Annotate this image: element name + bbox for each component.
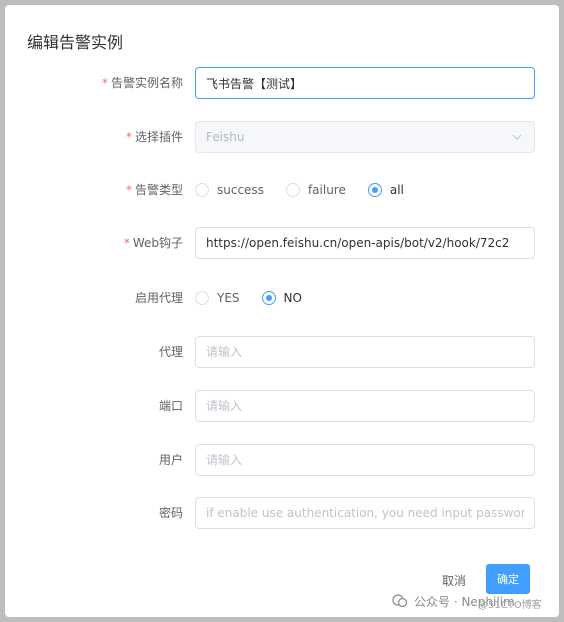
radio-yes-circle xyxy=(195,291,209,305)
form-row-user: 用户 xyxy=(5,444,559,476)
radio-failure[interactable]: failure xyxy=(285,183,346,197)
form-row-password: 密码 xyxy=(5,497,559,529)
plugin-select[interactable]: Feishu xyxy=(195,121,535,153)
radio-success-label: success xyxy=(217,183,264,197)
radio-no-circle xyxy=(261,291,276,305)
form-row-name: * 告警实例名称 xyxy=(5,67,559,99)
form-row-proxy: 代理 xyxy=(5,336,559,368)
proxy-enabled-radio-group: YES NO xyxy=(195,282,324,314)
radio-no[interactable]: NO xyxy=(261,291,302,305)
wechat-icon xyxy=(392,594,408,608)
proxy-label: 代理 xyxy=(158,345,183,359)
radio-all-circle xyxy=(367,183,382,197)
plugin-select-value: Feishu xyxy=(206,130,245,144)
user-input[interactable] xyxy=(195,444,535,476)
port-input[interactable] xyxy=(195,390,535,422)
webhook-label: * Web钩子 xyxy=(123,236,183,250)
proxy-input[interactable] xyxy=(195,336,535,368)
alert-type-label: * 告警类型 xyxy=(125,183,183,197)
edit-alert-instance-dialog: 编辑告警实例 *告警实例名称 *选择插件 Feishu *告警类型 succes… xyxy=(5,5,559,617)
chevron-down-icon xyxy=(512,134,522,140)
user-label: 用户 xyxy=(158,453,183,467)
radio-all-label: all xyxy=(389,183,404,197)
form-row-port: 端口 xyxy=(5,390,559,422)
alert-type-radio-group: success failure all xyxy=(195,174,426,206)
form-row-plugin: * 选择插件 Feishu xyxy=(5,121,559,153)
form-row-proxy-enabled: 启用代理 YES NO xyxy=(5,282,559,314)
radio-no-label: NO xyxy=(283,291,302,305)
alert-instance-name-input[interactable] xyxy=(195,67,535,99)
form-row-webhook: * Web钩子 xyxy=(5,227,559,259)
radio-yes[interactable]: YES xyxy=(195,291,240,305)
password-label: 密码 xyxy=(158,506,183,520)
radio-failure-circle xyxy=(285,183,300,197)
form-row-alert-type: * 告警类型 success failure all xyxy=(5,174,559,206)
password-input[interactable] xyxy=(195,497,535,529)
plugin-label: * 选择插件 xyxy=(125,130,183,144)
radio-yes-label: YES xyxy=(217,291,240,305)
port-label: 端口 xyxy=(158,399,183,413)
radio-all[interactable]: all xyxy=(367,183,404,197)
webhook-input[interactable] xyxy=(195,227,535,259)
proxy-enabled-label: 启用代理 xyxy=(134,291,183,305)
radio-failure-label: failure xyxy=(307,183,346,197)
name-label: * 告警实例名称 xyxy=(101,76,183,90)
dialog-title: 编辑告警实例 xyxy=(27,33,124,52)
radio-success-circle xyxy=(195,183,209,197)
radio-success[interactable]: success xyxy=(195,183,264,197)
watermark-right: @51CTO博客 xyxy=(478,600,542,611)
